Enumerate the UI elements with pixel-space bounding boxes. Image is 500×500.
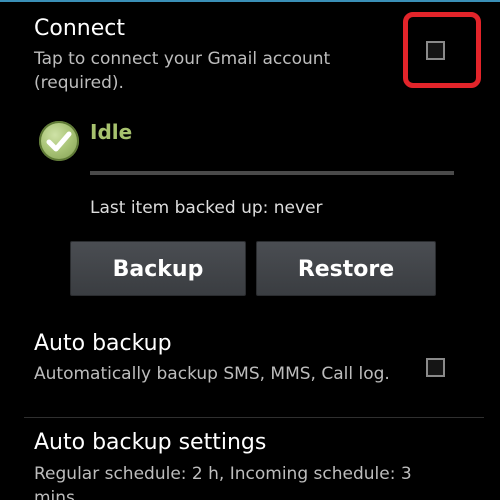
auto-backup-preference[interactable]: Auto backup Automatically backup SMS, MM… (0, 318, 500, 418)
last-backup-text: Last item backed up: never (90, 198, 323, 218)
restore-button[interactable]: Restore (256, 241, 436, 296)
auto-backup-title: Auto backup (34, 331, 172, 356)
backup-button[interactable]: Backup (70, 241, 246, 296)
checkmark-icon (39, 121, 79, 161)
connect-summary: Tap to connect your Gmail account (requi… (34, 49, 331, 93)
backup-progress-bar (90, 171, 454, 175)
auto-backup-checkbox[interactable] (426, 358, 445, 377)
auto-backup-settings-title: Auto backup settings (34, 430, 267, 455)
auto-backup-settings-summary: Regular schedule: 2 h, Incoming schedule… (34, 464, 412, 500)
auto-backup-settings-preference[interactable]: Auto backup settings Regular schedule: 2… (0, 418, 500, 500)
status-text: Idle (90, 120, 133, 144)
checkbox-highlight-annotation (403, 12, 481, 88)
connect-title: Connect (34, 16, 125, 41)
auto-backup-summary: Automatically backup SMS, MMS, Call log. (34, 364, 390, 384)
